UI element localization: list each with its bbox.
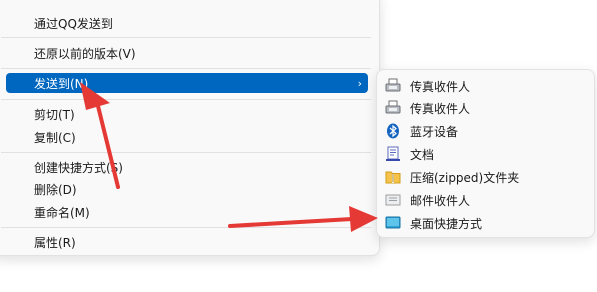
zip-folder-icon <box>385 171 401 184</box>
submenu-item-mail-recipient[interactable]: 邮件收件人 <box>377 189 594 211</box>
menu-item-delete[interactable]: 删除(D) <box>0 178 379 200</box>
menu-divider <box>1 99 371 100</box>
document-icon <box>386 146 400 161</box>
menu-item-label: 删除(D) <box>34 182 77 197</box>
menu-divider <box>1 68 371 69</box>
submenu-item-label: 蓝牙设备 <box>410 124 459 139</box>
menu-divider <box>1 37 371 38</box>
menu-item-label: 通过QQ发送到 <box>34 16 113 31</box>
submenu-item-documents[interactable]: 文档 <box>377 143 594 165</box>
submenu-item-fax-recipient[interactable]: 传真收件人 <box>377 75 594 97</box>
submenu-item-zipped-folder[interactable]: 压缩(zipped)文件夹 <box>377 166 594 188</box>
submenu-item-bluetooth-device[interactable]: 蓝牙设备 <box>377 120 594 142</box>
menu-item-cut[interactable]: 剪切(T) <box>0 103 379 125</box>
submenu-item-desktop-shortcut[interactable]: 桌面快捷方式 <box>377 212 594 234</box>
mail-icon <box>385 194 401 206</box>
context-menu: 通过QQ发送到 还原以前的版本(V) 发送到(N) › 剪切(T) 复制(C) … <box>0 0 380 256</box>
menu-divider <box>1 152 371 153</box>
menu-divider <box>1 227 371 228</box>
fax-icon <box>385 100 401 114</box>
submenu-item-label: 邮件收件人 <box>410 193 471 208</box>
submenu-item-label: 传真收件人 <box>410 79 471 94</box>
send-to-submenu: 传真收件人 传真收件人 蓝牙设备 文档 压缩(zipped)文件夹 邮件收件人 … <box>376 69 595 238</box>
menu-item-rename[interactable]: 重命名(M) <box>0 201 379 223</box>
menu-item-label: 发送到(N) <box>34 76 89 91</box>
menu-item-send-to[interactable]: 发送到(N) › <box>6 73 368 93</box>
menu-item-label: 重命名(M) <box>34 205 90 220</box>
submenu-item-label: 文档 <box>410 147 435 162</box>
menu-item-create-shortcut[interactable]: 创建快捷方式(S) <box>0 156 379 178</box>
submenu-item-label: 压缩(zipped)文件夹 <box>410 170 520 185</box>
menu-item-label: 属性(R) <box>34 235 76 250</box>
menu-item-properties[interactable]: 属性(R) <box>0 231 379 253</box>
menu-item-send-via-qq[interactable]: 通过QQ发送到 <box>0 12 379 34</box>
menu-item-restore-previous-versions[interactable]: 还原以前的版本(V) <box>0 42 379 64</box>
desktop-icon <box>385 216 401 229</box>
menu-item-label: 剪切(T) <box>34 107 75 122</box>
chevron-right-icon: › <box>357 77 362 90</box>
submenu-item-label: 传真收件人 <box>410 101 471 116</box>
menu-item-label: 还原以前的版本(V) <box>34 46 136 61</box>
menu-item-label: 复制(C) <box>34 130 76 145</box>
submenu-item-fax-recipient-2[interactable]: 传真收件人 <box>377 97 594 119</box>
fax-icon <box>385 78 401 92</box>
submenu-item-label: 桌面快捷方式 <box>410 216 483 231</box>
menu-item-label: 创建快捷方式(S) <box>34 160 123 175</box>
bluetooth-icon <box>387 123 399 139</box>
menu-item-copy[interactable]: 复制(C) <box>0 126 379 148</box>
